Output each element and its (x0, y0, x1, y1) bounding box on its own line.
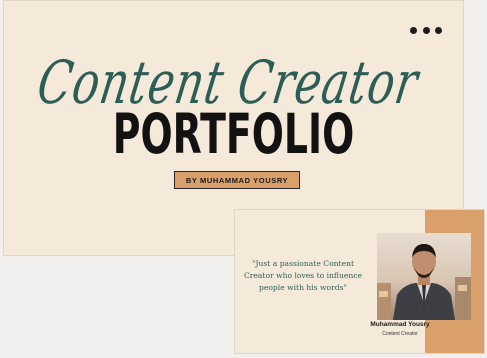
byline-badge: BY MUHAMMAD YOUSRY (174, 171, 300, 189)
dot (410, 26, 417, 34)
portfolio-title: PORTFOLIO (112, 103, 355, 167)
person-role: Content Creator (382, 331, 418, 337)
dot (435, 26, 442, 34)
slide-thumbnail[interactable]: "Just a passionate Content Creator who l… (234, 209, 485, 354)
dot (422, 26, 430, 34)
profile-photo (377, 233, 471, 320)
person-name: Muhammad Yousry (370, 321, 430, 328)
person-illustration (377, 244, 471, 320)
more-options-icon[interactable] (410, 22, 442, 38)
quote-text: "Just a passionate Content Creator who l… (243, 259, 363, 292)
